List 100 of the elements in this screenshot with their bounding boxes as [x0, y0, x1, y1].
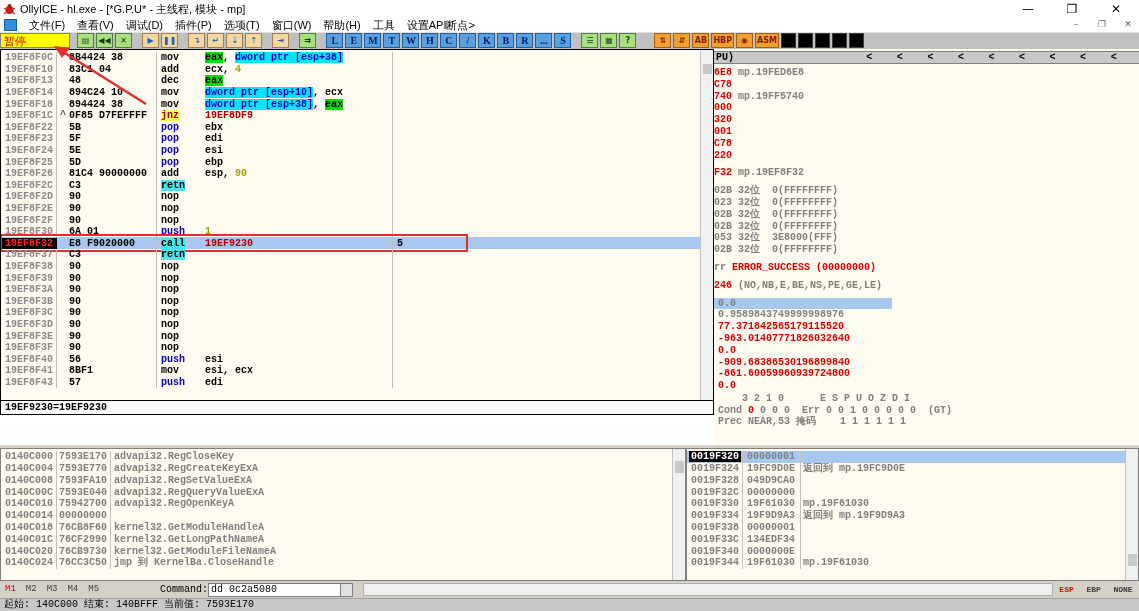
restore-button[interactable]: ❐: [1052, 0, 1092, 18]
code-row[interactable]: 19EF8F24 5E pop esi: [1, 144, 700, 157]
code-row[interactable]: 19EF8F1C ^ 0F85 D7FEFFFF jnz 19EF8DF9: [1, 109, 700, 122]
toolbar-button[interactable]: ...: [535, 33, 553, 49]
code-row[interactable]: 19EF8F2D 90 nop: [1, 191, 700, 203]
code-row[interactable]: 19EF8F3A 90 nop: [1, 283, 700, 296]
code-row[interactable]: 19EF8F3C 90 nop: [1, 307, 700, 319]
toolbar-button[interactable]: E: [345, 33, 363, 49]
code-row[interactable]: 19EF8F3F 90 nop: [1, 341, 700, 354]
toolbar-button[interactable]: K: [478, 33, 496, 49]
toolbar-button[interactable]: M: [364, 33, 382, 49]
toolbar-button[interactable]: ▤: [77, 33, 94, 49]
code-row[interactable]: 19EF8F2F 90 nop: [1, 214, 700, 226]
code-row[interactable]: 19EF8F2C C3 retn: [1, 179, 700, 192]
toolbar-button[interactable]: B: [497, 33, 515, 49]
scroll-left-button[interactable]: <: [945, 49, 977, 65]
toolbar-button[interactable]: ?: [619, 33, 637, 49]
command-field[interactable]: dd 0c2a5080: [208, 582, 341, 597]
toolbar-button[interactable]: [849, 33, 864, 49]
memory-tab[interactable]: M3: [46, 582, 58, 597]
menu-item[interactable]: 窗口(W): [271, 16, 312, 34]
menu-item[interactable]: 帮助(H): [323, 16, 361, 34]
toolbar-button[interactable]: [832, 33, 847, 49]
code-row[interactable]: 19EF8F14 894C24 10 mov dword ptr [esp+10], ecx: [1, 86, 700, 99]
toolbar-button[interactable]: [798, 33, 813, 49]
stack-row[interactable]: 0019F334 19F9D9A3 返回到 mp.19F9D9A3: [687, 510, 1125, 523]
toolbar-button[interactable]: S: [554, 33, 572, 49]
code-row[interactable]: 19EF8F2E 90 nop: [1, 202, 700, 215]
toolbar-button[interactable]: HBP: [711, 33, 735, 49]
toolbar-button[interactable]: C: [440, 33, 458, 49]
toolbar-button[interactable]: ASM: [755, 33, 779, 49]
toolbar-button[interactable]: L: [326, 33, 344, 49]
menu-item[interactable]: 查看(V): [77, 16, 114, 34]
code-row[interactable]: 19EF8F41 8BF1 mov esi, ecx: [1, 365, 700, 377]
toolbar-button[interactable]: ❚❚: [161, 33, 179, 49]
toolbar-button[interactable]: ◀◀: [96, 33, 113, 49]
scroll-left-button[interactable]: <: [976, 49, 1007, 65]
close-button[interactable]: ✕: [1121, 18, 1135, 32]
toolbar-button[interactable]: ⇡: [245, 33, 263, 49]
code-row[interactable]: 19EF8F43 57 push edi: [1, 376, 700, 389]
stack-row[interactable]: 0019F324 19FC9D0E 返回到 mp.19FC9D0E: [687, 463, 1125, 475]
toolbar-button[interactable]: W: [402, 33, 420, 49]
code-row[interactable]: 19EF8F39 90 nop: [1, 272, 700, 284]
toolbar-button[interactable]: ⇣: [226, 33, 244, 49]
toolbar-button[interactable]: ⇵: [673, 33, 691, 49]
toolbar-button[interactable]: ▦: [600, 33, 618, 49]
toolbar-button[interactable]: T: [383, 33, 401, 49]
stack-row[interactable]: 0019F330 19F61030 mp.19F61030: [687, 498, 1125, 511]
code-row[interactable]: 19EF8F26 81C4 90000000 add esp, 90: [1, 167, 700, 180]
code-row[interactable]: 19EF8F3E 90 nop: [1, 330, 700, 342]
menu-item[interactable]: 选项(T): [223, 16, 260, 34]
toolbar-button[interactable]: AB: [692, 33, 710, 49]
scroll-left-button[interactable]: <: [915, 49, 946, 65]
memory-tab[interactable]: M5: [88, 582, 100, 597]
scroll-left-button[interactable]: <: [884, 49, 916, 65]
stack-mode-button[interactable]: EBP: [1086, 583, 1101, 596]
minimize-button[interactable]: –: [1069, 18, 1083, 32]
code-row[interactable]: 19EF8F3B 90 nop: [1, 295, 700, 308]
code-row[interactable]: 19EF8F3D 90 nop: [1, 318, 700, 331]
scroll-left-button[interactable]: <: [1006, 49, 1038, 65]
code-row[interactable]: 19EF8F13 48 dec eax: [1, 75, 700, 87]
toolbar-button[interactable]: ↵: [207, 33, 225, 49]
menu-item[interactable]: 文件(F): [29, 16, 66, 34]
scroll-left-button[interactable]: <: [1098, 49, 1129, 65]
code-row[interactable]: 19EF8F40 56 push esi: [1, 353, 700, 365]
toolbar-button[interactable]: ✕: [115, 33, 132, 49]
code-row[interactable]: 19EF8F38 90 nop: [1, 260, 700, 273]
memory-tab[interactable]: M4: [67, 582, 79, 597]
scroll-left-button[interactable]: <: [1037, 49, 1068, 65]
memory-tab[interactable]: M2: [25, 582, 37, 597]
toolbar-button[interactable]: [781, 33, 796, 49]
toolbar-button[interactable]: ⇅: [654, 33, 672, 49]
scroll-left-button[interactable]: <: [854, 49, 885, 65]
close-button[interactable]: ✕: [1096, 0, 1136, 18]
toolbar-button[interactable]: ⇥: [272, 33, 290, 49]
scrollbar-thumb[interactable]: [674, 461, 684, 474]
stack-row[interactable]: 0019F32C 00000000: [687, 486, 1125, 499]
toolbar-button[interactable]: R: [516, 33, 534, 49]
stack-row[interactable]: 0019F344 19F61030 mp.19F61030: [687, 557, 1125, 570]
code-row[interactable]: 19EF8F22 5B pop ebx: [1, 121, 700, 134]
code-row[interactable]: 19EF8F25 5D pop ebp: [1, 156, 700, 168]
code-row[interactable]: 19EF8F23 5F pop edi: [1, 133, 700, 145]
scroll-left-button[interactable]: <: [1067, 49, 1099, 65]
scrollbar-thumb[interactable]: [1127, 554, 1137, 567]
toolbar-button[interactable]: ↴: [188, 33, 206, 49]
dropdown-button[interactable]: [341, 582, 353, 597]
toolbar-button[interactable]: ▶: [142, 33, 159, 49]
stack-row[interactable]: 0019F338 00000001: [687, 522, 1125, 534]
toolbar-button[interactable]: /: [459, 33, 477, 49]
toolbar-button[interactable]: H: [421, 33, 439, 49]
stack-row[interactable]: 0019F328 049D9CA0: [687, 474, 1125, 487]
restore-button[interactable]: ❐: [1095, 18, 1109, 32]
scrollbar-thumb[interactable]: [702, 63, 712, 74]
code-row[interactable]: 19EF8F37 C3 retn: [1, 249, 700, 261]
menu-item[interactable]: 调试(D): [125, 16, 163, 34]
stack-mode-button[interactable]: NONE: [1113, 583, 1133, 596]
stack-row[interactable]: 0019F340 0000000E: [687, 545, 1125, 558]
stack-row[interactable]: 0019F33C 134EDF34: [687, 533, 1125, 546]
menu-item[interactable]: 插件(P): [175, 16, 212, 34]
minimize-button[interactable]: —: [1008, 0, 1048, 18]
